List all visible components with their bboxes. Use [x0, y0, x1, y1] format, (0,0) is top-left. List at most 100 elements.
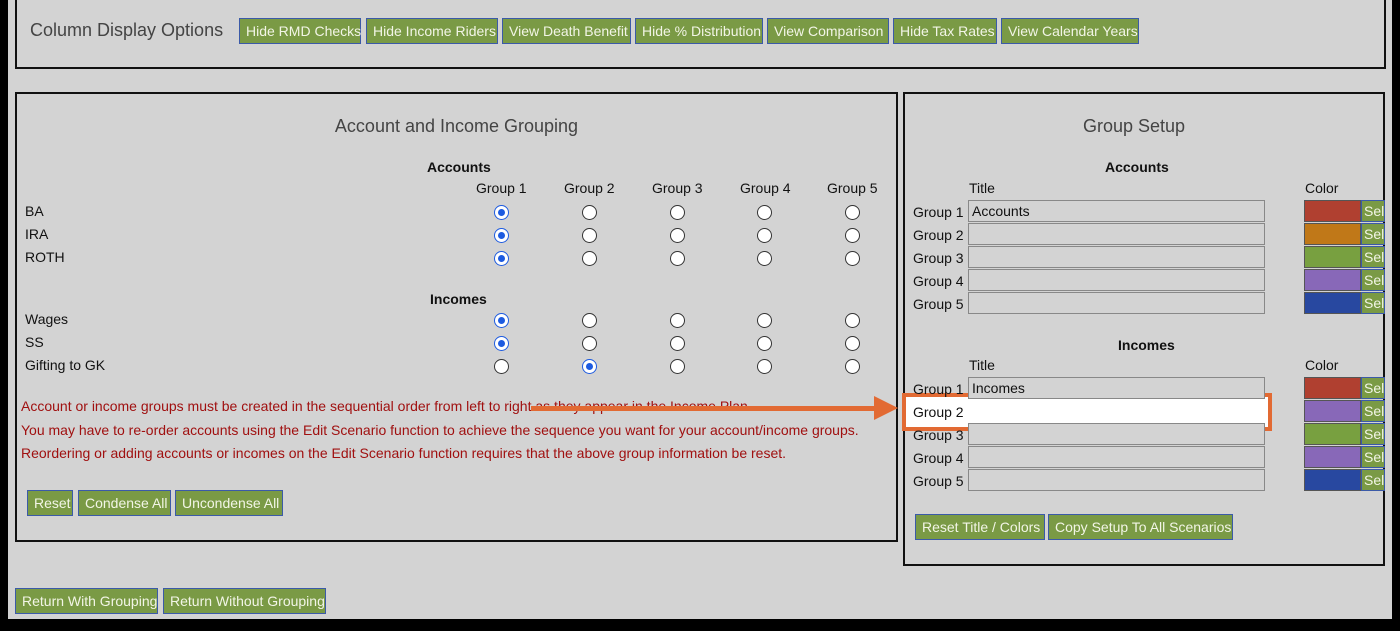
income-group-2-title-input[interactable] — [968, 400, 1265, 422]
account-row-3-group-3-radio[interactable] — [670, 251, 685, 266]
uncondense-all-button[interactable]: Uncondense All — [175, 490, 283, 516]
return-with-grouping-button[interactable]: Return With Grouping — [15, 588, 158, 614]
income-group-4-color-swatch — [1304, 446, 1361, 468]
copy-setup-all-scenarios-button[interactable]: Copy Setup To All Scenarios — [1048, 514, 1233, 540]
account-group-1-title-input[interactable] — [968, 200, 1265, 222]
account-group-3-select-color-button[interactable]: Sel — [1361, 246, 1385, 268]
income-group-5-label: Group 5 — [913, 473, 964, 489]
account-row-3-group-5-radio[interactable] — [845, 251, 860, 266]
income-group-5-select-color-button[interactable]: Sel — [1361, 469, 1385, 491]
income-row-2-group-1-radio[interactable] — [494, 336, 509, 351]
income-row-1-group-1-radio[interactable] — [494, 313, 509, 328]
hide-tax-rates-button[interactable]: Hide Tax Rates — [893, 18, 997, 44]
account-row-1-group-3-radio[interactable] — [670, 205, 685, 220]
income-label-wages: Wages — [25, 311, 69, 327]
group-setup-title: Group Setup — [1082, 116, 1186, 136]
account-group-2-select-color-button[interactable]: Sel — [1361, 223, 1385, 245]
account-group-4-select-color-button[interactable]: Sel — [1361, 269, 1385, 291]
account-row-2-group-2-radio[interactable] — [582, 228, 597, 243]
reset-title-colors-button[interactable]: Reset Title / Colors — [915, 514, 1045, 540]
account-group-5-title-input[interactable] — [968, 292, 1265, 314]
account-group-5-select-color-button[interactable]: Sel — [1361, 292, 1385, 314]
income-group-1-title-input[interactable] — [968, 377, 1265, 399]
income-group-2-label: Group 2 — [913, 404, 964, 420]
income-row-1-group-5-radio[interactable] — [845, 313, 860, 328]
income-row-3-group-1-radio[interactable] — [494, 359, 509, 374]
hide-income-riders-button[interactable]: Hide Income Riders — [366, 18, 498, 44]
account-group-4-title-input[interactable] — [968, 269, 1265, 291]
group-header-3: Group 3 — [652, 180, 703, 196]
reset-button[interactable]: Reset — [27, 490, 73, 516]
account-row-1-group-1-radio[interactable] — [494, 205, 509, 220]
setup-incomes-color-header: Color — [1305, 357, 1339, 373]
hide-rmd-checks-button[interactable]: Hide RMD Checks — [239, 18, 361, 44]
income-group-4-select-color-button[interactable]: Sel — [1361, 446, 1385, 468]
income-group-4-label: Group 4 — [913, 450, 964, 466]
income-group-5-color-swatch — [1304, 469, 1361, 491]
income-row-1-group-3-radio[interactable] — [670, 313, 685, 328]
setup-incomes-label: Incomes — [1118, 337, 1175, 353]
group-header-4: Group 4 — [740, 180, 791, 196]
account-label-ira: IRA — [25, 226, 49, 242]
income-row-3-group-5-radio[interactable] — [845, 359, 860, 374]
account-group-3-title-input[interactable] — [968, 246, 1265, 268]
view-death-benefit-button[interactable]: View Death Benefit — [502, 18, 631, 44]
setup-incomes-title-header: Title — [969, 357, 995, 373]
group-header-1: Group 1 — [476, 180, 527, 196]
account-row-1-group-5-radio[interactable] — [845, 205, 860, 220]
income-group-3-title-input[interactable] — [968, 423, 1265, 445]
income-row-1-group-2-radio[interactable] — [582, 313, 597, 328]
account-row-1-group-2-radio[interactable] — [582, 205, 597, 220]
income-row-3-group-3-radio[interactable] — [670, 359, 685, 374]
account-group-5-color-swatch — [1304, 292, 1361, 314]
condense-all-button[interactable]: Condense All — [78, 490, 171, 516]
account-group-2-label: Group 2 — [913, 227, 964, 243]
account-group-1-label: Group 1 — [913, 204, 964, 220]
income-row-2-group-5-radio[interactable] — [845, 336, 860, 351]
income-group-2-select-color-button[interactable]: Sel — [1361, 400, 1385, 422]
account-row-2-group-3-radio[interactable] — [670, 228, 685, 243]
annotation-arrow-head — [874, 396, 898, 420]
income-group-1-color-swatch — [1304, 377, 1361, 399]
annotation-arrow-shaft — [531, 406, 876, 411]
income-group-5-title-input[interactable] — [968, 469, 1265, 491]
account-group-2-title-input[interactable] — [968, 223, 1265, 245]
accounts-section-label: Accounts — [427, 159, 491, 175]
income-row-2-group-2-radio[interactable] — [582, 336, 597, 351]
income-label-gifting: Gifting to GK — [25, 357, 106, 373]
hide-distribution-button[interactable]: Hide % Distribution — [635, 18, 763, 44]
account-group-1-select-color-button[interactable]: Sel — [1361, 200, 1385, 222]
income-group-1-label: Group 1 — [913, 381, 964, 397]
income-group-2-color-swatch — [1304, 400, 1361, 422]
grouping-title: Account and Income Grouping — [334, 116, 579, 136]
income-group-1-select-color-button[interactable]: Sel — [1361, 377, 1385, 399]
income-group-3-color-swatch — [1304, 423, 1361, 445]
account-label-ba: BA — [25, 203, 44, 219]
account-row-2-group-1-radio[interactable] — [494, 228, 509, 243]
return-without-grouping-button[interactable]: Return Without Grouping — [163, 588, 326, 614]
setup-accounts-label: Accounts — [1105, 159, 1169, 175]
setup-accounts-color-header: Color — [1305, 180, 1339, 196]
account-row-3-group-1-radio[interactable] — [494, 251, 509, 266]
income-row-2-group-4-radio[interactable] — [757, 336, 772, 351]
account-row-3-group-4-radio[interactable] — [757, 251, 772, 266]
group-header-2: Group 2 — [564, 180, 615, 196]
income-row-1-group-4-radio[interactable] — [757, 313, 772, 328]
account-row-3-group-2-radio[interactable] — [582, 251, 597, 266]
note-reorder-accounts: You may have to re-order accounts using … — [21, 422, 859, 438]
income-group-4-title-input[interactable] — [968, 446, 1265, 468]
income-group-3-label: Group 3 — [913, 427, 964, 443]
income-group-3-select-color-button[interactable]: Sel — [1361, 423, 1385, 445]
account-label-roth: ROTH — [25, 249, 65, 265]
income-row-3-group-4-radio[interactable] — [757, 359, 772, 374]
view-comparison-button[interactable]: View Comparison — [767, 18, 889, 44]
account-group-2-color-swatch — [1304, 223, 1361, 245]
income-row-3-group-2-radio[interactable] — [582, 359, 597, 374]
account-group-1-color-swatch — [1304, 200, 1361, 222]
group-header-5: Group 5 — [827, 180, 878, 196]
view-calendar-years-button[interactable]: View Calendar Years — [1001, 18, 1139, 44]
income-row-2-group-3-radio[interactable] — [670, 336, 685, 351]
account-row-2-group-5-radio[interactable] — [845, 228, 860, 243]
account-row-1-group-4-radio[interactable] — [757, 205, 772, 220]
account-row-2-group-4-radio[interactable] — [757, 228, 772, 243]
